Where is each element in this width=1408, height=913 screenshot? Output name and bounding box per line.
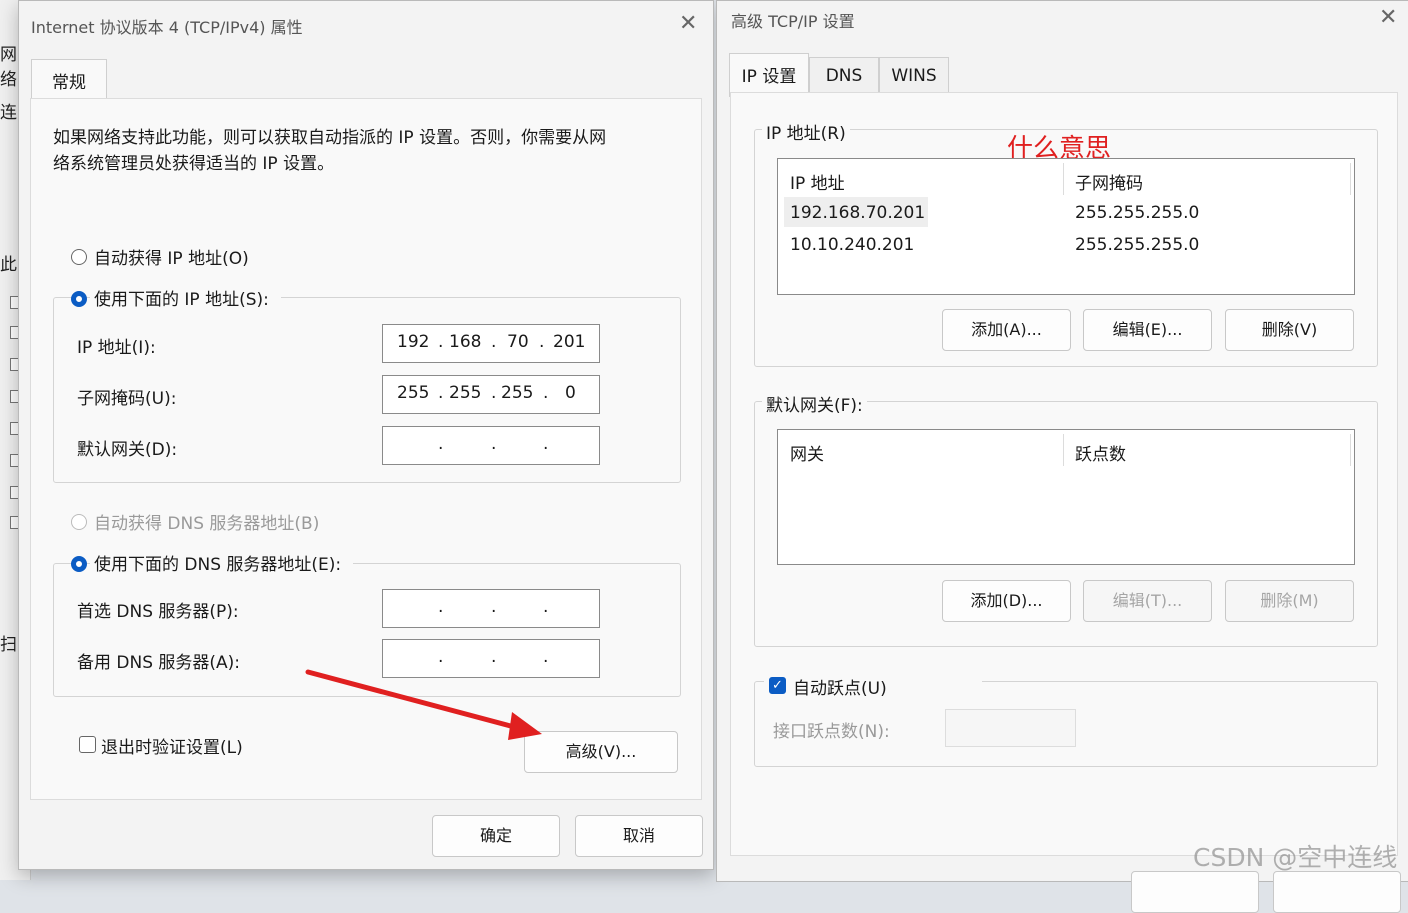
- ip-add-button[interactable]: 添加(A)...: [942, 309, 1071, 351]
- auto-metric-checkbox[interactable]: ✓: [769, 677, 786, 694]
- interface-metric-label: 接口跃点数(N):: [773, 722, 890, 742]
- table-row-mask[interactable]: 255.255.255.0: [1075, 235, 1199, 255]
- gateway-add-button[interactable]: 添加(D)...: [942, 580, 1071, 622]
- ip-delete-button[interactable]: 删除(V): [1225, 309, 1354, 351]
- tab-wins[interactable]: WINS: [879, 57, 949, 93]
- column-divider: [1063, 434, 1064, 466]
- ip-settings-panel: IP 地址(R) 什么意思 IP 地址 子网掩码 192.168.70.201 …: [730, 92, 1398, 856]
- gateway-list[interactable]: 网关 跃点数: [777, 429, 1355, 565]
- close-icon[interactable]: ✕: [1379, 7, 1397, 29]
- tab-dns[interactable]: DNS: [809, 57, 879, 93]
- advanced-tcpip-dialog: 高级 TCP/IP 设置 ✕ IP 设置 DNS WINS IP 地址(R) 什…: [716, 0, 1408, 913]
- column-header-mask: 子网掩码: [1075, 174, 1143, 194]
- column-divider: [1350, 163, 1351, 195]
- gateway-group-label: 默认网关(F):: [762, 391, 867, 416]
- ok-button-partial[interactable]: [1131, 871, 1259, 913]
- ip-group-label: IP 地址(R): [762, 119, 850, 144]
- watermark: CSDN @空中连线: [1193, 843, 1398, 872]
- cancel-button-partial[interactable]: [1273, 871, 1401, 913]
- table-row-mask[interactable]: 255.255.255.0: [1075, 203, 1199, 223]
- interface-metric-field[interactable]: [945, 709, 1076, 747]
- tab-ip-settings[interactable]: IP 设置: [729, 53, 809, 97]
- table-row-ip[interactable]: 10.10.240.201: [790, 235, 914, 255]
- gateway-edit-button[interactable]: 编辑(T)...: [1083, 580, 1212, 622]
- column-header-ip: IP 地址: [790, 174, 845, 194]
- ip-edit-button[interactable]: 编辑(E)...: [1083, 309, 1212, 351]
- auto-metric-label: 自动跃点(U): [793, 679, 887, 699]
- table-row-ip[interactable]: 192.168.70.201: [790, 203, 925, 223]
- column-divider: [1063, 163, 1064, 195]
- gateway-delete-button[interactable]: 删除(M): [1225, 580, 1354, 622]
- column-header-metric: 跃点数: [1075, 445, 1126, 465]
- dialog-title: 高级 TCP/IP 设置: [731, 12, 855, 31]
- column-header-gateway: 网关: [790, 445, 824, 465]
- column-divider: [1350, 434, 1351, 466]
- ip-address-list[interactable]: IP 地址 子网掩码 192.168.70.201 255.255.255.0 …: [777, 158, 1355, 295]
